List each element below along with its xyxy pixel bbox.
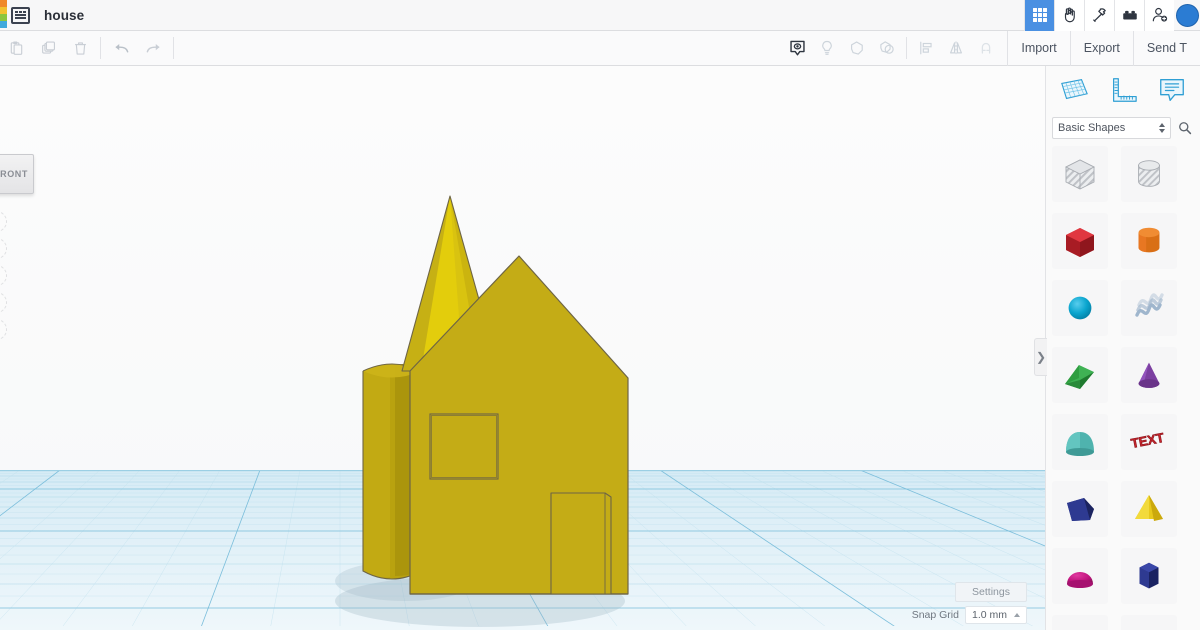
action-button-group: Import Export Send T xyxy=(1007,30,1200,66)
view-nav-buttons: ⌗ + − ⌂ ↻ xyxy=(0,211,7,346)
shape-torus[interactable] xyxy=(1121,615,1177,630)
caret-up-icon xyxy=(1014,613,1020,617)
shape-cylinder[interactable] xyxy=(1121,213,1177,269)
visibility-mask-icon[interactable] xyxy=(782,31,812,66)
shape-category-value: Basic Shapes xyxy=(1058,122,1126,134)
paste-icon[interactable] xyxy=(0,31,32,66)
toolbar-divider xyxy=(100,37,101,59)
mirror-icon[interactable] xyxy=(941,31,971,66)
edit-toolbar: Import Export Send T xyxy=(0,30,1200,66)
workplane-tab[interactable] xyxy=(1050,66,1099,114)
export-button[interactable]: Export xyxy=(1069,30,1133,66)
browser-edge-strip xyxy=(0,0,7,31)
snap-grid-select[interactable]: 1.0 mm xyxy=(964,606,1027,624)
align-icon[interactable] xyxy=(911,31,941,66)
add-person-icon[interactable] xyxy=(1144,0,1174,31)
shape-roof[interactable] xyxy=(1052,414,1108,470)
home-view-button[interactable]: ⌂ xyxy=(0,292,7,313)
toolbar-divider-2 xyxy=(173,37,174,59)
shape-hexagon-prism[interactable] xyxy=(1121,548,1177,604)
document-list-icon[interactable] xyxy=(11,6,30,24)
user-avatar-circle xyxy=(1175,3,1199,27)
shape-category-row: Basic Shapes xyxy=(1046,114,1200,142)
shape-thumbnail-grid: TEXT xyxy=(1049,142,1200,630)
orbit-view-button[interactable]: ↻ xyxy=(0,319,7,340)
page-title: house xyxy=(44,7,85,23)
title-bar: house xyxy=(0,0,1200,31)
notes-tab[interactable] xyxy=(1147,66,1196,114)
fit-view-button[interactable]: ⌗ xyxy=(0,211,7,232)
view-cube-label: FRONT xyxy=(0,169,28,179)
grid-dashboard-icon[interactable] xyxy=(1024,0,1054,31)
toolbar-divider-3 xyxy=(906,37,908,59)
snap-grid-label: Snap Grid xyxy=(911,609,959,621)
ruler-tab[interactable] xyxy=(1099,66,1148,114)
shape-sphere[interactable] xyxy=(1052,280,1108,336)
shape-category-select[interactable]: Basic Shapes xyxy=(1052,117,1171,139)
door-outline xyxy=(550,492,612,595)
redo-arrow-icon[interactable] xyxy=(137,31,169,66)
panel-collapse-toggle[interactable]: ❯ xyxy=(1034,338,1047,376)
lego-brick-icon[interactable] xyxy=(1114,0,1144,31)
viewport-canvas[interactable]: FRONT ⌗ + − ⌂ ↻ Settings Snap Grid 1.0 m… xyxy=(0,66,1045,630)
hand-gesture-icon[interactable] xyxy=(1054,0,1084,31)
copy-duplicate-icon[interactable] xyxy=(32,31,64,66)
lightbulb-icon[interactable] xyxy=(812,31,842,66)
shape-half-sphere[interactable] xyxy=(1052,548,1108,604)
shape-scribble[interactable] xyxy=(1121,280,1177,336)
chevron-updown-icon xyxy=(1159,123,1165,133)
shape-box-hole[interactable] xyxy=(1052,146,1108,202)
tinkercad-app: house Import Export Send T RONT Settings… xyxy=(0,0,1200,630)
panel-tab-bar xyxy=(1046,66,1200,114)
window-outline xyxy=(429,413,499,480)
snap-grid-value: 1.0 mm xyxy=(971,609,1007,621)
shape-paraboloid[interactable] xyxy=(1052,615,1108,630)
snap-grid-control: Snap Grid 1.0 mm xyxy=(912,606,1027,624)
edit-tool-group xyxy=(0,31,178,66)
shape-cylinder-hole[interactable] xyxy=(1121,146,1177,202)
send-to-button[interactable]: Send T xyxy=(1132,30,1200,66)
shape-polygon[interactable] xyxy=(1052,481,1108,537)
view-cube[interactable]: FRONT xyxy=(0,154,34,194)
shape-pyramid[interactable] xyxy=(1121,481,1177,537)
delete-trash-icon[interactable] xyxy=(64,31,96,66)
svg-text:TEXT: TEXT xyxy=(1130,430,1166,451)
ungroup-shape-icon[interactable] xyxy=(872,31,902,66)
settings-button[interactable]: Settings xyxy=(955,582,1027,602)
workplane-grid xyxy=(0,66,1045,630)
avatar[interactable] xyxy=(1174,0,1200,31)
zoom-in-button[interactable]: + xyxy=(0,238,7,259)
magnet-icon[interactable] xyxy=(971,31,1001,66)
shape-box[interactable] xyxy=(1052,213,1108,269)
search-icon[interactable] xyxy=(1176,121,1194,135)
shape-wedge[interactable] xyxy=(1052,347,1108,403)
shape-tool-group: Import Export Send T xyxy=(782,30,1200,66)
titlebar-icon-group xyxy=(1024,0,1200,31)
shape-text[interactable]: TEXT xyxy=(1121,414,1177,470)
zoom-out-button[interactable]: − xyxy=(0,265,7,286)
shapes-panel: ❯ Basic Shapes TEXT xyxy=(1034,66,1200,630)
undo-arrow-icon[interactable] xyxy=(105,31,137,66)
import-button[interactable]: Import xyxy=(1007,30,1069,66)
hammer-tool-icon[interactable] xyxy=(1084,0,1114,31)
shape-cone[interactable] xyxy=(1121,347,1177,403)
group-shape-icon[interactable] xyxy=(842,31,872,66)
